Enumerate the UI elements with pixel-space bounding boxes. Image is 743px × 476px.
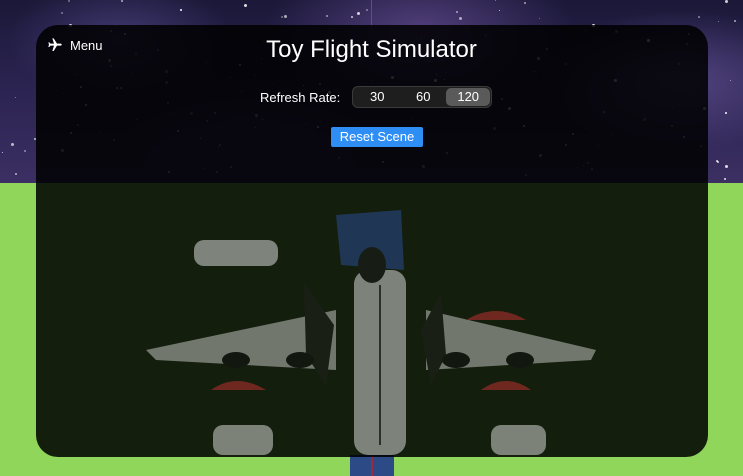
- star: [499, 10, 500, 11]
- star: [366, 9, 368, 11]
- star: [15, 97, 16, 98]
- star: [180, 9, 182, 11]
- star: [357, 12, 360, 15]
- star: [724, 178, 726, 180]
- star: [524, 2, 526, 4]
- star: [281, 16, 283, 18]
- star: [2, 152, 3, 153]
- star: [495, 0, 496, 1]
- star: [725, 112, 727, 114]
- page-title: Toy Flight Simulator: [266, 36, 477, 63]
- star: [698, 16, 700, 18]
- blue-post: [350, 455, 394, 476]
- star: [326, 15, 328, 17]
- star: [725, 0, 728, 3]
- star: [244, 4, 247, 7]
- star: [734, 20, 736, 22]
- refresh-option-30[interactable]: 30: [354, 88, 400, 106]
- star: [718, 21, 719, 22]
- reset-scene-button[interactable]: Reset Scene: [331, 127, 423, 147]
- star: [61, 12, 63, 14]
- star: [459, 17, 462, 20]
- star: [351, 16, 353, 18]
- refresh-rate-segmented-control: 30 60 120: [352, 86, 493, 108]
- star: [539, 18, 540, 19]
- star: [730, 80, 731, 81]
- star: [121, 0, 123, 2]
- star: [15, 173, 17, 175]
- star: [717, 161, 719, 163]
- star: [284, 15, 287, 18]
- star: [24, 150, 26, 152]
- star: [725, 165, 728, 168]
- star: [68, 0, 70, 2]
- star: [456, 11, 458, 13]
- refresh-rate-label: Refresh Rate:: [260, 89, 341, 105]
- refresh-option-120[interactable]: 120: [446, 88, 491, 106]
- refresh-option-60[interactable]: 60: [400, 88, 446, 106]
- star: [11, 143, 14, 146]
- refresh-rate-control: Refresh Rate: 30 60 120: [260, 86, 493, 108]
